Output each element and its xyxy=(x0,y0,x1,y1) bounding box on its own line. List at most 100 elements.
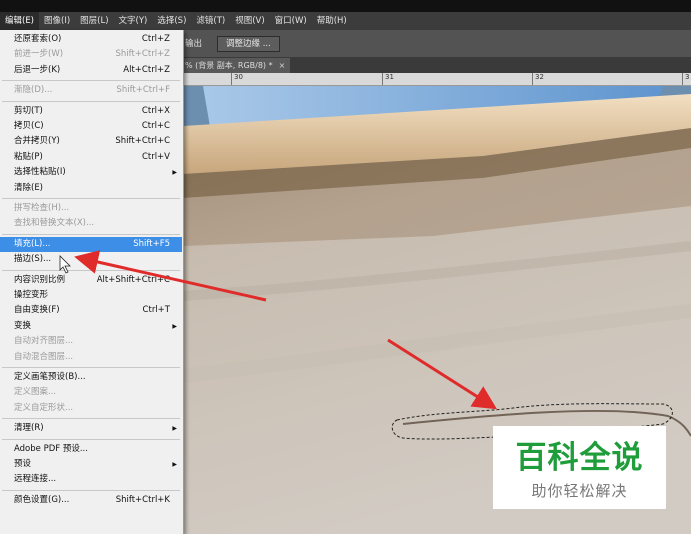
menu-separator xyxy=(2,198,180,199)
menu-item-label: 定义自定形状... xyxy=(14,402,74,413)
menu-4[interactable]: 文字(Y) xyxy=(114,12,153,30)
menu-6[interactable]: 滤镜(T) xyxy=(191,12,230,30)
menu-item-label: 拼写检查(H)... xyxy=(14,203,70,213)
menu-item[interactable]: 拷贝(C) Ctrl+C xyxy=(0,119,182,134)
menu-item[interactable]: Adobe PDF 预设... xyxy=(0,442,182,457)
menu-2[interactable]: 图像(I) xyxy=(39,12,75,30)
output-label: 输出 xyxy=(185,39,203,49)
submenu-arrow-icon: ▶ xyxy=(172,169,177,177)
menu-item-shortcut: Ctrl+Z xyxy=(141,34,170,44)
menu-7[interactable]: 视图(V) xyxy=(230,12,269,30)
menu-1[interactable]: 编辑(E) xyxy=(0,12,40,30)
menu-item[interactable]: 选择性粘贴(I) ▶ xyxy=(0,165,182,180)
menu-item-shortcut: Ctrl+T xyxy=(142,305,170,316)
menu-item[interactable]: 前进一步(W) Shift+Ctrl+Z xyxy=(0,47,182,62)
document-tab-title: % (背景 副本, RGB/8) * xyxy=(185,61,273,70)
menu-item[interactable]: 定义图案... xyxy=(0,385,182,400)
menu-item[interactable]: 定义画笔预设(B)... xyxy=(0,370,182,385)
close-icon[interactable]: × xyxy=(279,61,286,70)
submenu-arrow-icon: ▶ xyxy=(172,322,177,330)
submenu-arrow-icon: ▶ xyxy=(172,425,177,433)
menu-separator xyxy=(2,367,180,368)
menu-item-label: 定义画笔预设(B)... xyxy=(14,372,86,382)
menu-item[interactable]: 自动混合图层... xyxy=(0,350,182,365)
menu-separator xyxy=(2,438,180,440)
menu-item-label: 选择性粘贴(I) xyxy=(14,167,66,178)
menu-item-shortcut: Alt+Ctrl+Z xyxy=(123,64,170,75)
menu-separator xyxy=(2,418,180,420)
submenu-arrow-icon: ▶ xyxy=(172,461,177,468)
menu-item-shortcut: Shift+Ctrl+Z xyxy=(115,49,170,60)
menu-item-label: 拷贝(C) xyxy=(14,121,44,131)
menu-item-shortcut: Ctrl+X xyxy=(141,105,170,116)
menu-item[interactable]: 自由变换(F) Ctrl+T xyxy=(0,303,182,318)
menu-separator xyxy=(2,233,180,235)
refine-edge-button[interactable]: 调整边缘 ... xyxy=(217,36,280,52)
watermark-logo: 百科全说 助你轻松解决 xyxy=(493,426,666,509)
ruler-tick: 30 xyxy=(231,73,243,85)
menu-item[interactable]: 操控变形 xyxy=(0,288,182,303)
menu-separator xyxy=(2,489,180,491)
menu-item-label: 后退一步(K) xyxy=(14,64,61,75)
menu-item-label: 还原套索(O) xyxy=(14,34,62,44)
menu-item-label: 自动对齐图层... xyxy=(14,336,74,347)
menu-item-label: 自动混合图层... xyxy=(14,351,74,362)
menu-item-label: 描边(S)... xyxy=(14,254,52,265)
menu-item[interactable]: 定义自定形状... xyxy=(0,401,182,416)
menu-item[interactable]: 查找和替换文本(X)... xyxy=(0,216,182,231)
menu-item[interactable]: 填充(L)... Shift+F5 xyxy=(0,236,182,252)
menu-item[interactable]: 颜色设置(G)... Shift+Ctrl+K xyxy=(0,493,182,508)
menu-item[interactable]: 清除(E) xyxy=(0,181,182,196)
menu-item-label: 粘贴(P) xyxy=(14,151,43,162)
menu-item-label: 填充(L)... xyxy=(14,238,51,249)
menu-separator xyxy=(2,80,180,82)
menu-item[interactable]: 内容识别比例 Alt+Shift+Ctrl+C xyxy=(0,273,182,288)
menu-bar: 编辑(E) 图像(I) 图层(L) 文字(Y) 选择(S) 滤镜(T) 视图(V) 窗口(W)… xyxy=(0,12,691,30)
menu-item-label: 查找和替换文本(X)... xyxy=(14,218,95,229)
watermark-subtitle: 助你轻松解决 xyxy=(531,482,628,500)
menu-item[interactable]: 合并拷贝(Y) Shift+Ctrl+C xyxy=(0,134,182,149)
menu-item[interactable]: 变换 ▶ xyxy=(0,319,182,334)
menu-item-label: 剪切(T) xyxy=(14,105,43,116)
menu-item-shortcut: Shift+F5 xyxy=(133,238,170,249)
menu-item[interactable]: 渐隐(D)... Shift+Ctrl+F xyxy=(0,83,182,98)
menu-item-label: 定义图案... xyxy=(14,387,57,398)
menu-8[interactable]: 窗口(W) xyxy=(270,12,312,30)
menu-item[interactable]: 自动对齐图层... xyxy=(0,334,182,349)
ruler-tick: 3 xyxy=(682,73,689,85)
menu-item-label: 自由变换(F) xyxy=(14,305,60,316)
menu-item[interactable]: 后退一步(K) Alt+Ctrl+Z xyxy=(0,63,182,78)
menu-item-label: 内容识别比例 xyxy=(14,274,66,285)
menu-item[interactable]: 粘贴(P) Ctrl+V xyxy=(0,150,182,165)
menu-item-label: Adobe PDF 预设... xyxy=(14,443,88,454)
menu-item-label: 预设 xyxy=(14,459,32,469)
menu-item[interactable]: 描边(S)... xyxy=(0,252,182,267)
menu-item[interactable]: 还原套索(O) Ctrl+Z xyxy=(0,32,182,47)
menu-item-label: 清除(E) xyxy=(14,182,44,193)
menu-item[interactable]: 清理(R) ▶ xyxy=(0,421,182,436)
document-tab[interactable]: % (背景 副本, RGB/8) * × xyxy=(183,58,291,73)
menu-item-label: 变换 xyxy=(14,320,32,331)
menu-5[interactable]: 选择(S) xyxy=(152,12,191,30)
menu-item[interactable]: 剪切(T) Ctrl+X xyxy=(0,104,182,119)
menu-3[interactable]: 图层(L) xyxy=(75,12,113,30)
menu-9[interactable]: 帮助(H) xyxy=(312,12,352,30)
menu-item-label: 远程连接... xyxy=(14,474,57,485)
menu-item-shortcut: Shift+Ctrl+F xyxy=(116,85,170,96)
menu-item-label: 清理(R) xyxy=(14,423,44,434)
watermark-title: 百科全说 xyxy=(515,440,644,476)
menu-item-label: 操控变形 xyxy=(14,290,49,300)
menu-separator xyxy=(2,100,180,102)
menu-item-shortcut: Alt+Shift+Ctrl+C xyxy=(96,274,170,285)
menu-separator xyxy=(2,269,180,271)
menu-item-shortcut: Ctrl+C xyxy=(141,121,170,131)
menu-item[interactable]: 远程连接... xyxy=(0,472,182,487)
horizontal-ruler[interactable]: 30 31 32 3 xyxy=(183,73,691,86)
menu-item-shortcut: Ctrl+V xyxy=(141,151,170,162)
menu-item[interactable]: 预设 ▶ xyxy=(0,457,182,472)
menu-item[interactable]: 拼写检查(H)... xyxy=(0,201,182,216)
menu-item-label: 颜色设置(G)... xyxy=(14,494,70,505)
menu-item-shortcut: Shift+Ctrl+K xyxy=(115,494,170,505)
menu-item-label: 前进一步(W) xyxy=(14,49,64,60)
menu-item-label: 渐隐(D)... xyxy=(14,85,53,96)
